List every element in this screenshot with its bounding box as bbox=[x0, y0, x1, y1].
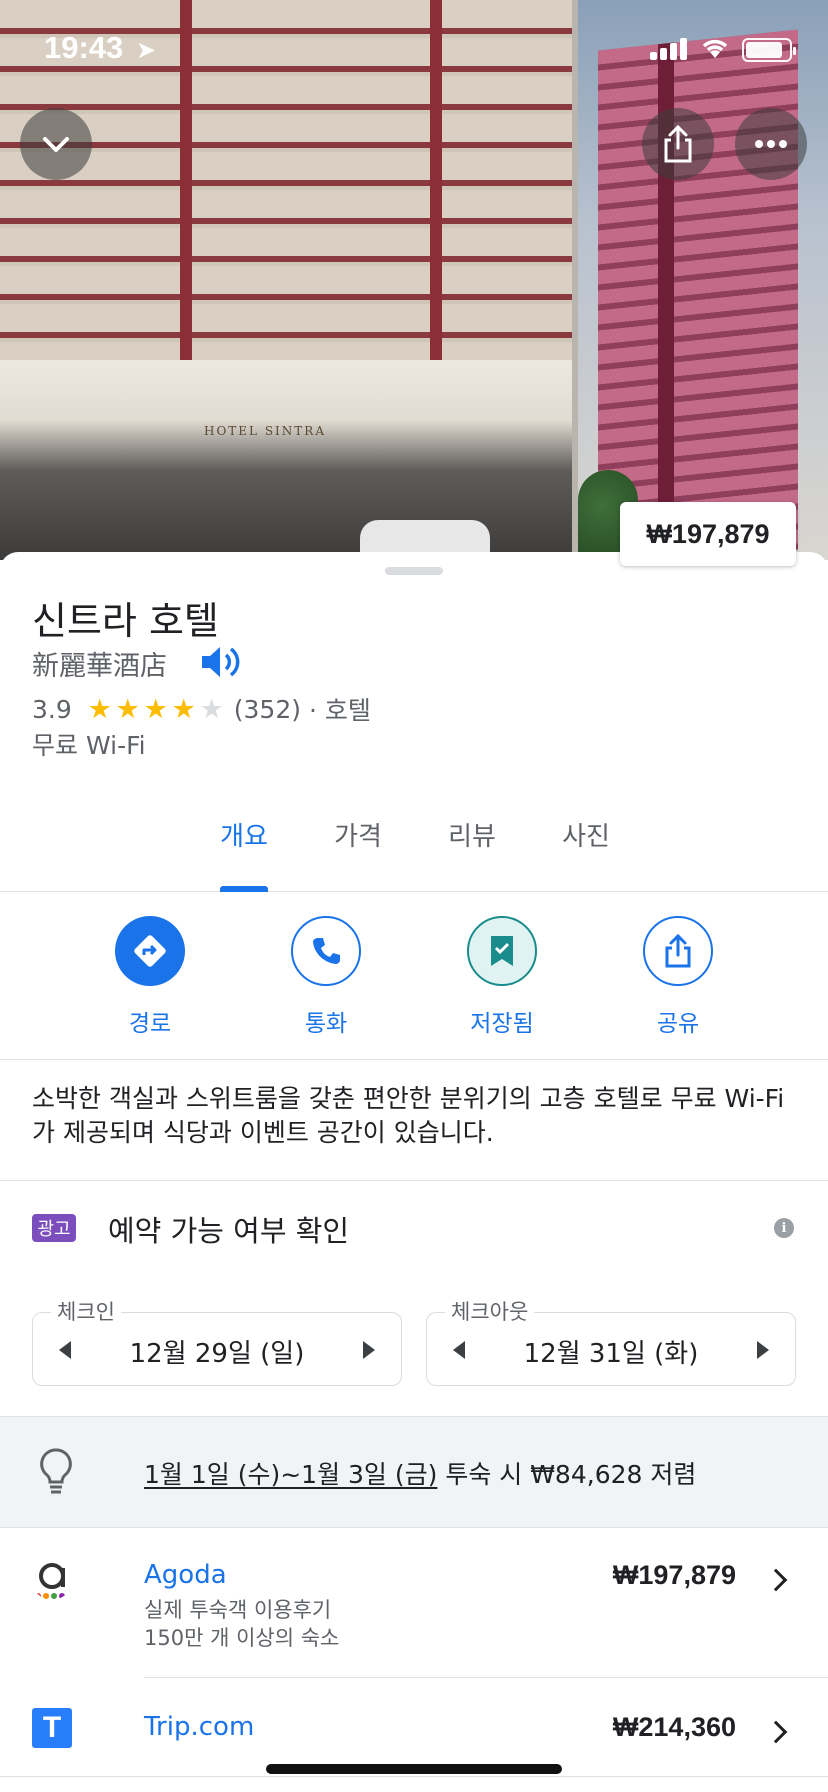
provider-price-trip: ₩214,360 bbox=[612, 1712, 736, 1742]
call-button[interactable]: 통화 bbox=[256, 916, 396, 1038]
checkout-next-arrow-icon[interactable] bbox=[757, 1341, 769, 1359]
pronounce-button[interactable] bbox=[198, 642, 242, 682]
checkout-label: 체크아웃 bbox=[445, 1296, 535, 1326]
share-icon bbox=[665, 933, 691, 968]
chevron-down-icon bbox=[43, 137, 69, 152]
agoda-logo-icon bbox=[35, 1563, 72, 1599]
more-horiz-icon bbox=[755, 140, 787, 148]
tip-savings: 투숙 시 ₩84,628 저렴 bbox=[437, 1460, 697, 1489]
share-icon bbox=[664, 124, 692, 163]
provider-row-agoda[interactable]: Agoda 실제 투숙객 이용후기 150만 개 이상의 숙소 ₩197,879 bbox=[0, 1528, 828, 1660]
ad-badge: 광고 bbox=[32, 1214, 76, 1242]
checkin-label: 체크인 bbox=[51, 1296, 121, 1326]
lightbulb-icon bbox=[40, 1448, 72, 1494]
checkin-picker[interactable]: 체크인 12월 29일 (일) bbox=[32, 1296, 402, 1386]
rating-value: 3.9 bbox=[32, 694, 72, 724]
place-details-sheet[interactable]: 신트라 호텔 新麗華酒店 3.9 ★ ★ ★ ★ ★ (352) · 호텔 무료… bbox=[0, 552, 828, 1792]
checkout-value: 12월 31일 (화) bbox=[523, 1339, 699, 1369]
share-button[interactable]: 공유 bbox=[608, 916, 748, 1038]
rating-row[interactable]: 3.9 ★ ★ ★ ★ ★ (352) · 호텔 bbox=[32, 690, 371, 728]
battery-icon bbox=[742, 38, 796, 62]
chevron-right-icon bbox=[764, 1720, 788, 1744]
review-count: (352) bbox=[233, 694, 301, 724]
provider-name-agoda[interactable]: Agoda bbox=[144, 1560, 227, 1590]
info-icon[interactable]: i bbox=[774, 1218, 794, 1238]
action-row: 경로 통화 저장됨 공유 bbox=[0, 892, 828, 1060]
tab-overview[interactable]: 개요 bbox=[184, 816, 304, 853]
divider bbox=[0, 1180, 828, 1181]
directions-button[interactable]: 경로 bbox=[80, 916, 220, 1038]
photo-price-chip[interactable]: ₩197,879 bbox=[620, 502, 796, 566]
share-label: 공유 bbox=[656, 1011, 700, 1037]
provider-sub-2: 150만 개 이상의 숙소 bbox=[144, 1626, 340, 1650]
share-header-button[interactable] bbox=[642, 108, 714, 180]
place-category: · 호텔 bbox=[309, 696, 371, 725]
provider-row-trip[interactable]: T Trip.com ₩214,360 bbox=[0, 1678, 828, 1778]
saved-label: 저장됨 bbox=[470, 1011, 534, 1037]
tab-bar: 개요 가격 리뷰 사진 bbox=[0, 780, 828, 892]
status-bar: 19:43 ➤ bbox=[0, 0, 828, 100]
collapse-button[interactable] bbox=[20, 108, 92, 180]
tab-reviews[interactable]: 리뷰 bbox=[412, 816, 532, 853]
place-native-name: 新麗華酒店 bbox=[32, 651, 167, 682]
checkin-value: 12월 29일 (일) bbox=[129, 1339, 305, 1369]
tab-prices[interactable]: 가격 bbox=[298, 816, 418, 853]
status-time: 19:43 bbox=[44, 30, 124, 65]
star-empty-icon: ★ bbox=[199, 693, 224, 725]
checkin-next-arrow-icon[interactable] bbox=[363, 1341, 375, 1359]
provider-price-agoda: ₩197,879 bbox=[612, 1560, 736, 1590]
tripcom-logo-icon: T bbox=[32, 1708, 72, 1748]
cell-signal-icon bbox=[650, 38, 690, 60]
rating-stars: ★ ★ ★ ★ ★ bbox=[86, 694, 226, 725]
bookmark-icon bbox=[491, 936, 513, 966]
call-label: 통화 bbox=[304, 1011, 348, 1037]
star-icon: ★ bbox=[143, 693, 168, 725]
star-icon: ★ bbox=[171, 693, 196, 725]
availability-title: 예약 가능 여부 확인 bbox=[108, 1214, 350, 1248]
more-options-button[interactable] bbox=[735, 108, 807, 180]
provider-name-trip[interactable]: Trip.com bbox=[144, 1712, 254, 1742]
place-description: 소박한 객실과 스위트룸을 갖춘 편안한 분위기의 고층 호텔로 무료 Wi-F… bbox=[32, 1084, 785, 1147]
tip-dates-link[interactable]: 1월 1일 (수)~1월 3일 (금) bbox=[144, 1460, 437, 1489]
hotel-sign: HOTEL SINTRA bbox=[203, 424, 326, 438]
amenity-text: 무료 Wi-Fi bbox=[32, 731, 146, 760]
chevron-right-icon bbox=[764, 1568, 788, 1592]
home-indicator[interactable] bbox=[266, 1764, 562, 1774]
drag-handle[interactable] bbox=[385, 567, 443, 575]
phone-icon bbox=[313, 938, 340, 964]
tab-photos[interactable]: 사진 bbox=[526, 816, 646, 853]
place-title: 신트라 호텔 bbox=[32, 599, 219, 643]
divider bbox=[0, 1776, 828, 1777]
star-icon: ★ bbox=[87, 693, 112, 725]
provider-sub-1: 실제 투숙객 이용후기 bbox=[144, 1598, 332, 1622]
cheaper-dates-tip[interactable]: 1월 1일 (수)~1월 3일 (금) 투숙 시 ₩84,628 저렴 bbox=[0, 1416, 828, 1528]
tip-text: 1월 1일 (수)~1월 3일 (금) 투숙 시 ₩84,628 저렴 bbox=[144, 1455, 696, 1491]
checkout-picker[interactable]: 체크아웃 12월 31일 (화) bbox=[426, 1296, 796, 1386]
directions-icon bbox=[134, 935, 166, 967]
saved-button[interactable]: 저장됨 bbox=[432, 916, 572, 1038]
star-icon: ★ bbox=[115, 693, 140, 725]
wifi-icon bbox=[700, 36, 730, 67]
speaker-icon bbox=[202, 647, 240, 677]
directions-label: 경로 bbox=[128, 1011, 172, 1037]
location-arrow-icon: ➤ bbox=[136, 36, 157, 64]
